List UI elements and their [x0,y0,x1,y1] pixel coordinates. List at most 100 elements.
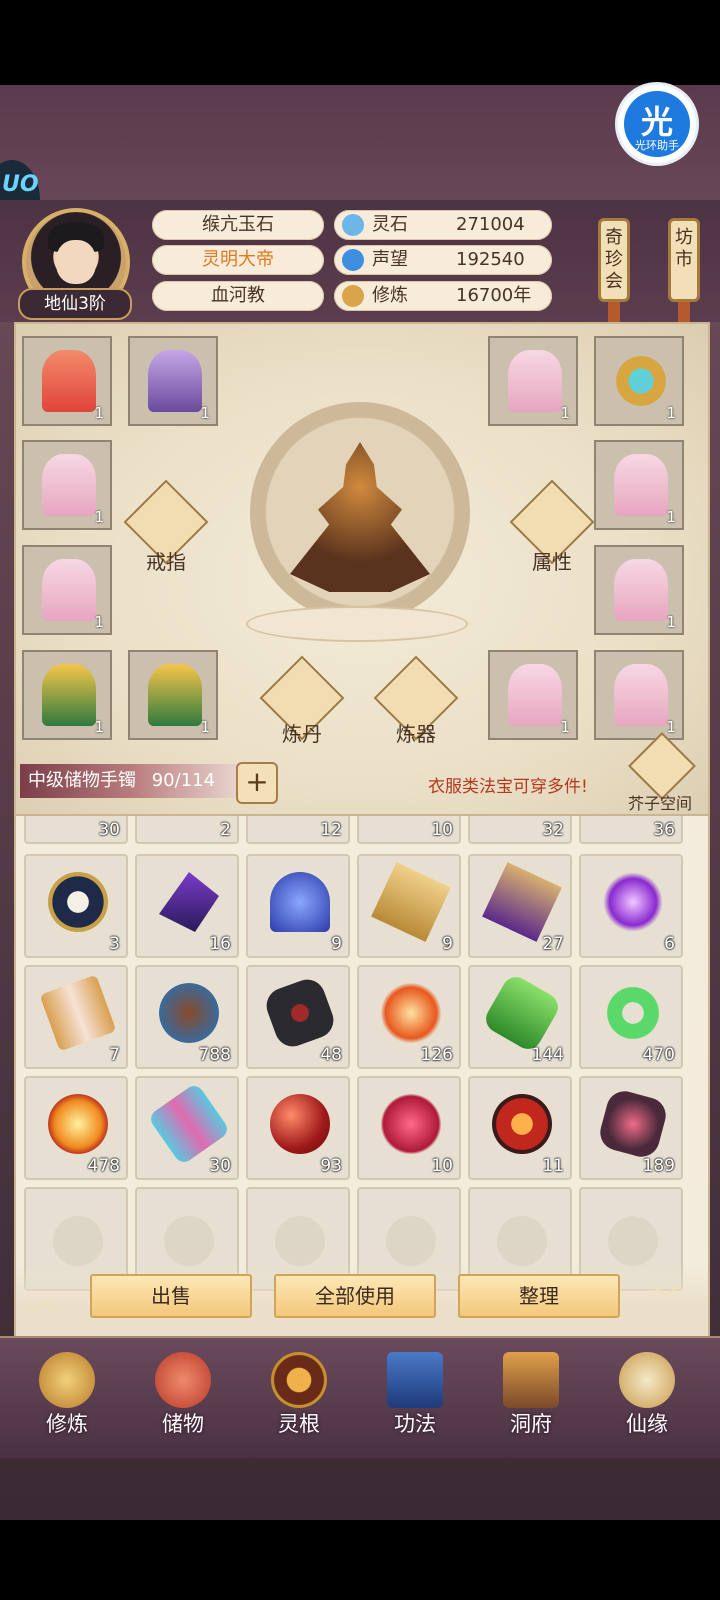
meditating-silhouette [250,402,470,622]
alchemy-label: 炼丹 [282,722,322,746]
attribute-button[interactable]: 属性 [509,479,595,588]
treasure-auction-button[interactable]: 奇珍会 [598,218,630,302]
nav-cave[interactable]: 洞府 [486,1346,576,1446]
player-title[interactable]: 灵明大帝 [152,245,324,275]
equip-slot[interactable]: 1 [22,545,112,635]
inventory-cell[interactable]: 11 [468,1076,572,1180]
inventory-cell[interactable]: 9 [357,854,461,958]
helper-badge[interactable]: 光 光环助手 [618,85,696,163]
ring-button[interactable]: 戒指 [123,479,209,588]
inventory-cell[interactable]: 10 [357,1076,461,1180]
item-count: 788 [198,1045,231,1065]
inventory-cell[interactable]: 478 [24,1076,128,1180]
expand-bag-button[interactable]: + [236,762,278,804]
scroll-icon [39,974,117,1052]
inventory-cell[interactable]: 6 [579,854,683,958]
inventory-cell[interactable]: 27 [468,854,572,958]
use-all-button[interactable]: 全部使用 [274,1274,436,1318]
status-bar-area [0,0,720,85]
item-count: 30 [98,820,120,840]
inventory-cell[interactable]: 788 [135,965,239,1069]
inventory-cell[interactable]: 144 [468,965,572,1069]
pink-robe-icon [614,559,668,621]
inventory-cell[interactable]: 126 [357,965,461,1069]
nav-storage[interactable]: 储物 [138,1346,228,1446]
item-count: 126 [420,1045,453,1065]
inventory-cell[interactable]: 189 [579,1076,683,1180]
inventory-cell[interactable]: 30 [24,816,128,844]
inventory-cell[interactable]: 7 [24,965,128,1069]
fate-gourd-icon [619,1352,675,1408]
fire-orb-icon [48,1094,108,1154]
item-count: 12 [320,820,342,840]
inventory-cell[interactable]: 3 [24,854,128,958]
horse-mount-icon [148,350,202,412]
item-count: 11 [542,1156,564,1176]
inventory-cell[interactable]: 93 [246,1076,350,1180]
inventory-cell[interactable]: 32 [468,816,572,844]
player-sect: 血河教 [152,281,324,311]
golden-ring-icon [614,350,668,412]
equip-slot[interactable]: 1 [594,650,684,740]
item-count: 93 [320,1156,342,1176]
equip-slot[interactable]: 1 [22,440,112,530]
bag-name: 中级储物手镯 [28,770,136,791]
equip-slot[interactable]: 1 [488,336,578,426]
equip-slot[interactable]: 1 [594,545,684,635]
inventory-cell[interactable]: 2 [135,816,239,844]
inventory-cell[interactable]: 48 [246,965,350,1069]
inventory-cell[interactable]: 10 [357,816,461,844]
inventory-cell[interactable]: 16 [135,854,239,958]
item-count: 189 [642,1156,675,1176]
alchemy-button[interactable]: 炼丹 [259,655,345,754]
pink-robe-icon [42,559,96,621]
storage-bag-icon [155,1352,211,1408]
nav-spirit-root[interactable]: 灵根 [254,1346,344,1446]
equip-slot[interactable]: 1 [128,336,218,426]
inventory-cell[interactable]: 12 [246,816,350,844]
forging-button[interactable]: 炼器 [373,655,459,754]
nav-fate[interactable]: 仙缘 [602,1346,692,1446]
equip-slot[interactable]: 1 [128,650,218,740]
equip-slot[interactable]: 1 [22,650,112,740]
item-count: 48 [320,1045,342,1065]
cultivation-nav-icon [39,1352,95,1408]
nav-cultivation[interactable]: 修炼 [22,1346,112,1446]
page-down-arrow-icon[interactable]: ﹀ [636,1278,696,1316]
equip-count: 1 [560,718,570,736]
equip-slot[interactable]: 1 [594,440,684,530]
purple-crystal-icon [159,872,219,932]
mustard-space-button[interactable]: 芥子空间 [620,732,700,813]
cave-house-icon [503,1352,559,1408]
nav-label: 功法 [394,1412,436,1436]
golden-talisman-icon [371,862,451,942]
equip-slot[interactable]: 1 [594,336,684,426]
inventory-cell[interactable]: 9 [246,854,350,958]
sort-button[interactable]: 整理 [458,1274,620,1318]
inventory-cell[interactable]: 470 [579,965,683,1069]
helper-badge-icon: 光 光环助手 [624,91,690,157]
resource-cultivation: 修炼 16700年 [334,281,552,311]
equip-slot[interactable]: 1 [22,336,112,426]
nav-label: 灵根 [278,1412,320,1436]
equip-count: 1 [94,404,104,422]
sell-button[interactable]: 出售 [90,1274,252,1318]
nav-technique[interactable]: 功法 [370,1346,460,1446]
item-count: 27 [542,934,564,954]
page-up-arrow-icon[interactable]: ︿ [14,1278,74,1316]
technique-book-icon [387,1352,443,1408]
nav-label: 修炼 [46,1412,88,1436]
inventory-cell[interactable]: 36 [579,816,683,844]
resource-value: 271004 [456,214,525,235]
avatar-face [56,240,96,284]
forging-label: 炼器 [396,722,436,746]
inventory-cell[interactable]: 30 [135,1076,239,1180]
market-button[interactable]: 坊市 [668,218,700,302]
dark-stone-icon [261,974,339,1052]
equip-count: 1 [94,613,104,631]
equip-slot[interactable]: 1 [488,650,578,740]
yin-yang-placeholder-icon [53,1216,103,1266]
mustard-space-label: 芥子空间 [627,794,692,813]
pink-robe-icon [42,454,96,516]
yin-yang-placeholder-icon [497,1216,547,1266]
